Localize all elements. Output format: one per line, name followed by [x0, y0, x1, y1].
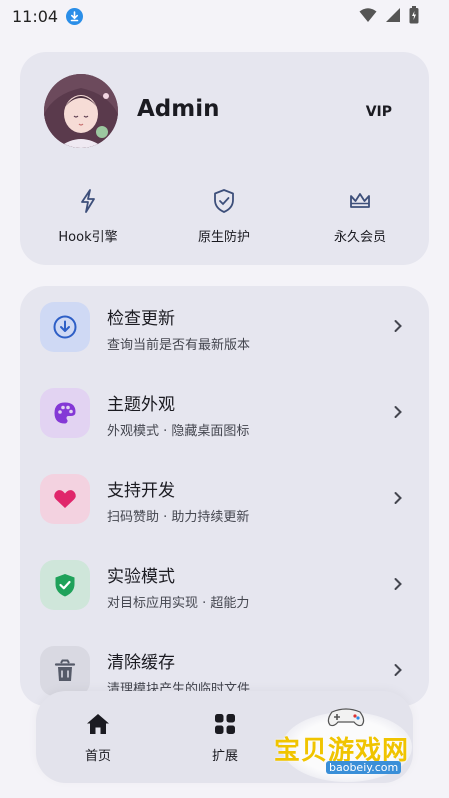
username: Admin [137, 96, 220, 122]
menu-subtitle: 对目标应用实现 · 超能力 [107, 596, 250, 611]
shield-check-icon [214, 189, 234, 213]
battery-icon [409, 6, 419, 24]
menu-item-experimental[interactable]: 实验模式 对目标应用实现 · 超能力 [20, 544, 429, 630]
palette-icon [40, 388, 90, 438]
settings-menu: 检查更新 查询当前是否有最新版本 主题外观 外观模式 · 隐藏桌面图标 支持开发… [20, 286, 429, 706]
grid-icon [215, 714, 235, 734]
nav-label: 首页 [84, 749, 111, 764]
feature-label: 原生防护 [197, 230, 250, 245]
menu-item-support[interactable]: 支持开发 扫码赞助 · 助力持续更新 [20, 458, 429, 544]
menu-title: 支持开发 [107, 481, 175, 501]
chevron-right-icon [394, 578, 402, 590]
profile-card: Admin VIP Hook引擎 原生防护 永久会员 [20, 52, 429, 265]
watermark: 宝贝游戏网 baobeiy.com [274, 706, 424, 784]
feature-hook-engine[interactable]: Hook引擎 [20, 188, 156, 245]
nav-extensions[interactable]: 扩展 [180, 711, 270, 764]
feature-row: Hook引擎 原生防护 永久会员 [20, 188, 429, 245]
signal-icon [386, 8, 400, 22]
gamepad-icon [327, 708, 365, 727]
trash-icon [40, 646, 90, 696]
menu-title: 清除缓存 [107, 653, 175, 673]
chevron-right-icon [394, 492, 402, 504]
menu-subtitle: 查询当前是否有最新版本 [107, 338, 251, 353]
chevron-right-icon [394, 664, 402, 676]
feature-label: Hook引擎 [58, 230, 118, 245]
avatar[interactable] [44, 74, 118, 148]
vip-badge: VIP [365, 104, 392, 120]
download-icon [40, 302, 90, 352]
chevron-right-icon [394, 406, 402, 418]
wifi-icon [359, 8, 377, 22]
menu-item-check-update[interactable]: 检查更新 查询当前是否有最新版本 [20, 286, 429, 372]
heart-icon [40, 474, 90, 524]
shield-check-icon [40, 560, 90, 610]
chevron-right-icon [394, 320, 402, 332]
lightning-icon [81, 189, 95, 213]
status-icons [359, 6, 419, 24]
watermark-url: baobeiy.com [326, 761, 402, 774]
feature-permanent-member[interactable]: 永久会员 [292, 188, 428, 245]
menu-title: 检查更新 [107, 309, 175, 329]
feature-native-protection[interactable]: 原生防护 [156, 188, 292, 245]
download-notification-icon [66, 7, 84, 25]
menu-item-theme[interactable]: 主题外观 外观模式 · 隐藏桌面图标 [20, 372, 429, 458]
nav-home[interactable]: 首页 [53, 711, 143, 764]
menu-subtitle: 扫码赞助 · 助力持续更新 [107, 510, 250, 525]
menu-title: 实验模式 [107, 567, 175, 587]
home-icon [87, 714, 109, 734]
menu-title: 主题外观 [107, 395, 175, 415]
nav-label: 扩展 [211, 749, 238, 764]
menu-subtitle: 外观模式 · 隐藏桌面图标 [107, 424, 250, 439]
status-time: 11:04 [12, 6, 59, 26]
feature-label: 永久会员 [333, 230, 386, 245]
status-bar: 11:04 [0, 0, 449, 32]
crown-icon [350, 193, 370, 208]
